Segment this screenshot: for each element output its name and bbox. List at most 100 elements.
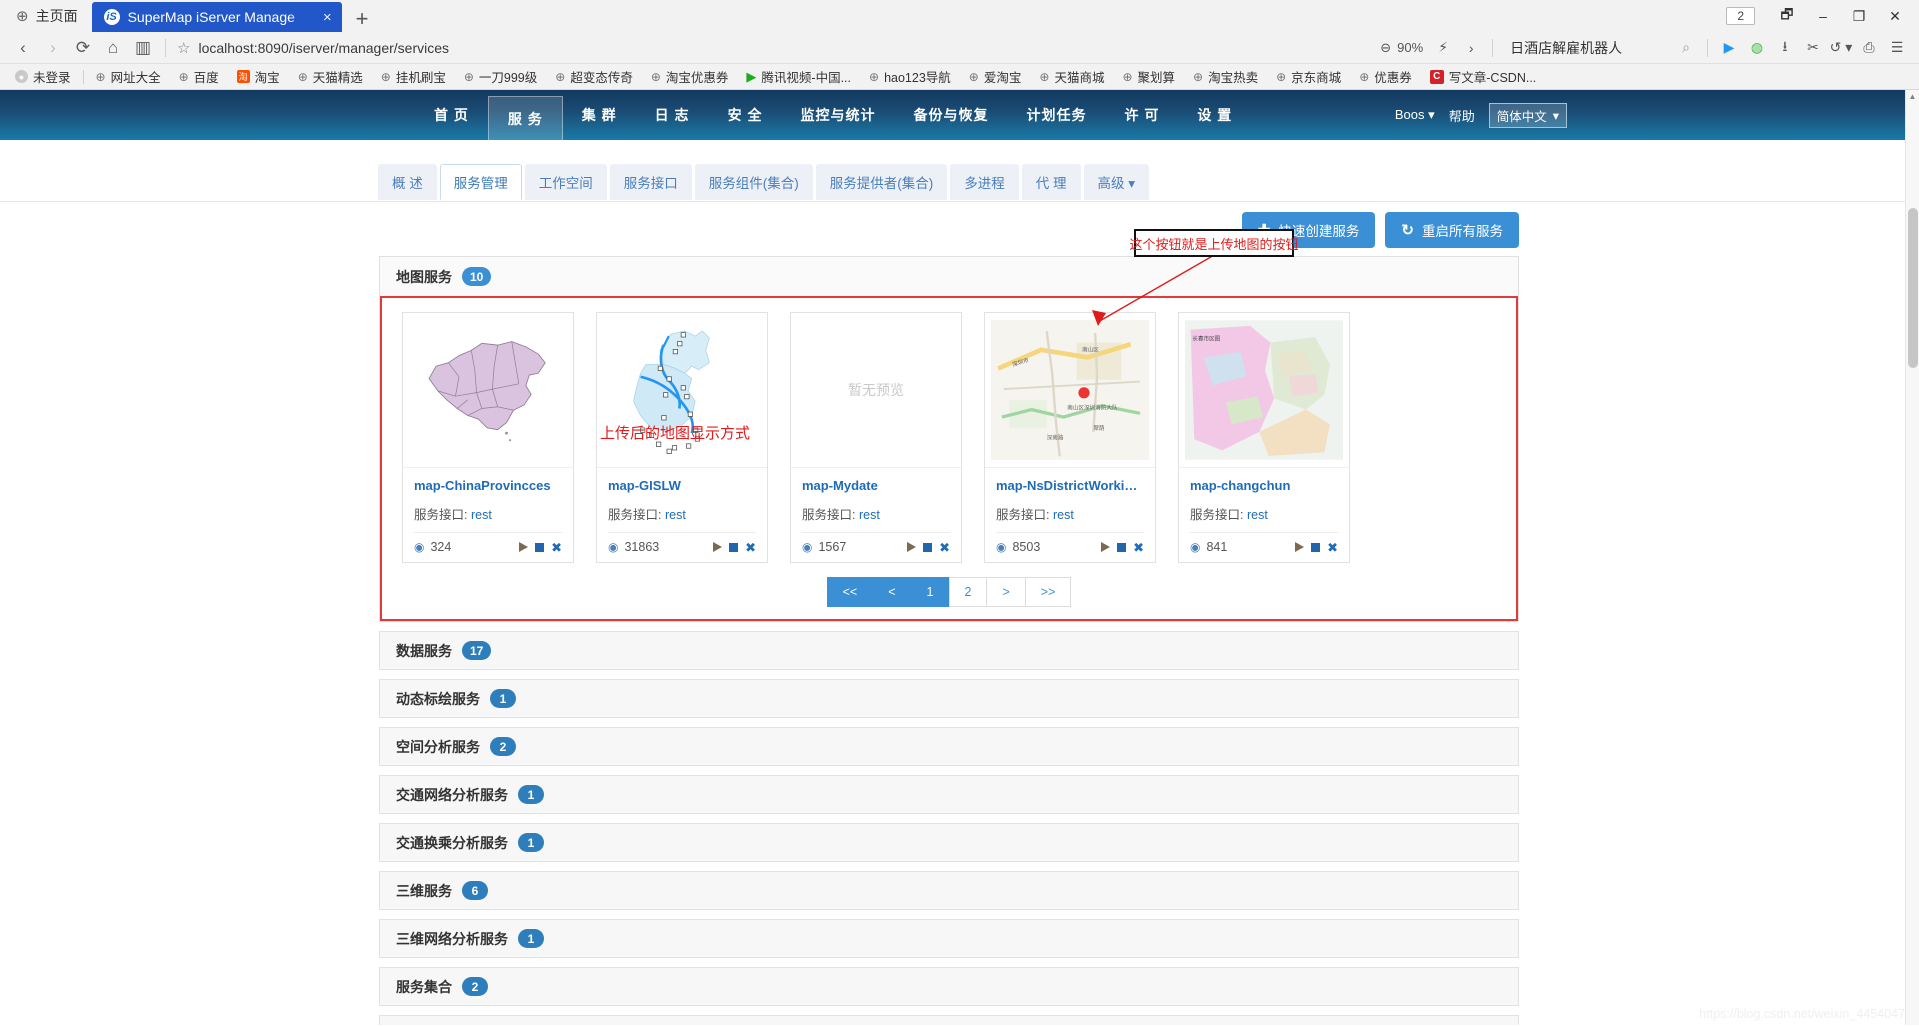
stop-icon[interactable]	[1117, 542, 1127, 552]
play-icon[interactable]	[1101, 542, 1111, 552]
service-accordion-item[interactable]: 数据服务 17	[379, 631, 1519, 670]
nav-item-7[interactable]: 计划任务	[1007, 90, 1105, 140]
zoom-out-icon[interactable]: ⊖	[1380, 40, 1391, 56]
bookmark-item[interactable]: ⊕ 天猫商城	[1030, 67, 1113, 86]
pagination-button[interactable]: 2	[948, 577, 987, 607]
bookmark-item[interactable]: ⊕ 天猫精选	[289, 67, 372, 86]
bookmark-star-icon[interactable]: ☆	[173, 39, 198, 57]
stop-icon[interactable]	[1311, 542, 1321, 552]
bookmark-item[interactable]: ▶ 腾讯视频-中国...	[737, 67, 860, 86]
service-accordion-item[interactable]: 其他服务1	[379, 1015, 1519, 1025]
window-count-badge[interactable]: 2	[1726, 7, 1755, 25]
nav-item-5[interactable]: 监控与统计	[781, 90, 894, 140]
search-input[interactable]: 日酒店解雇机器人 ⌕	[1500, 38, 1700, 58]
lightning-icon[interactable]: ⚡	[1429, 39, 1457, 56]
search-icon[interactable]: ⌕	[1682, 39, 1690, 56]
service-accordion-item[interactable]: 服务集合 2	[379, 967, 1519, 1006]
sub-tab-2[interactable]: 工作空间	[524, 164, 607, 200]
chevron-right-icon[interactable]: ›	[1457, 40, 1485, 56]
service-interface-value[interactable]: rest	[1053, 508, 1074, 522]
new-tab-button[interactable]: +	[342, 8, 383, 32]
bookmark-item[interactable]: ⊕ 超变态传奇	[546, 67, 642, 86]
maximize-button[interactable]: ❐	[1841, 8, 1877, 25]
bookmark-item[interactable]: ⊕ 爱淘宝	[960, 67, 1031, 86]
service-card[interactable]: map-ChinaProvincces 服务接口: rest ◉ 324 ✖	[402, 312, 574, 563]
service-name-link[interactable]: map-Mydate	[802, 478, 950, 493]
service-interface-value[interactable]: rest	[471, 508, 492, 522]
nav-item-1[interactable]: 服 务	[487, 96, 563, 140]
delete-icon[interactable]: ✖	[745, 541, 756, 554]
delete-icon[interactable]: ✖	[1133, 541, 1144, 554]
service-name-link[interactable]: map-ChinaProvincces	[414, 478, 562, 493]
wechat-icon[interactable]: ◍	[1743, 39, 1771, 56]
nav-item-2[interactable]: 集 群	[563, 90, 636, 140]
minimize-button[interactable]: –	[1805, 8, 1841, 24]
vertical-scrollbar[interactable]: ▲	[1905, 90, 1919, 1025]
play-icon[interactable]	[1295, 542, 1305, 552]
reload-icon[interactable]: ⟳	[68, 38, 98, 58]
scroll-up-icon[interactable]: ▲	[1906, 90, 1919, 104]
bookmark-item[interactable]: ⊕ 挂机刷宝	[372, 67, 455, 86]
sub-tab-1[interactable]: 服务管理	[439, 164, 522, 200]
service-accordion-item[interactable]: 三维网络分析服务 1	[379, 919, 1519, 958]
stop-icon[interactable]	[535, 542, 545, 552]
nav-item-9[interactable]: 设 置	[1178, 90, 1251, 140]
bookmark-item[interactable]: ⊕ 淘宝优惠券	[642, 67, 738, 86]
bookmark-item[interactable]: ● 未登录	[6, 67, 80, 86]
service-accordion-item[interactable]: 交通换乘分析服务 1	[379, 823, 1519, 862]
service-card[interactable]: 深圳市 南山区 南山区深圳消防大队 翠荫 深南路 map-NsDistrictWorkin…	[984, 312, 1156, 563]
map-service-header[interactable]: 地图服务 10	[380, 257, 1518, 296]
service-name-link[interactable]: map-NsDistrictWorkingSp...	[996, 478, 1144, 493]
delete-icon[interactable]: ✖	[551, 541, 562, 554]
service-accordion-item[interactable]: 空间分析服务 2	[379, 727, 1519, 766]
service-card[interactable]: 长春市区图 map-changchun 服务接口: rest ◉ 841 ✖	[1178, 312, 1350, 563]
service-name-link[interactable]: map-changchun	[1190, 478, 1338, 493]
forward-icon[interactable]: ›	[38, 38, 68, 58]
sub-tab-0[interactable]: 概 述	[378, 164, 437, 200]
nav-item-6[interactable]: 备份与恢复	[894, 90, 1007, 140]
service-interface-value[interactable]: rest	[1247, 508, 1268, 522]
delete-icon[interactable]: ✖	[1327, 541, 1338, 554]
help-link[interactable]: 帮助	[1449, 106, 1475, 125]
download-icon[interactable]: ⭳	[1771, 36, 1799, 60]
browser-tab-active[interactable]: iS SuperMap iServer Manage ×	[91, 2, 342, 32]
restart-all-services-button[interactable]: ↻ 重启所有服务	[1385, 212, 1519, 248]
bookmark-item[interactable]: ⊕ 一刀999级	[455, 67, 546, 86]
sub-tab-6[interactable]: 多进程	[950, 164, 1019, 200]
home-icon[interactable]: ⌂	[98, 38, 128, 58]
shirt-icon[interactable]: 🗗	[1769, 4, 1805, 28]
nav-item-3[interactable]: 日 志	[636, 90, 709, 140]
delete-icon[interactable]: ✖	[939, 541, 950, 554]
scissors-icon[interactable]: ✂	[1799, 39, 1827, 56]
nav-item-4[interactable]: 安 全	[709, 90, 782, 140]
bookmark-item[interactable]: ⊕ 京东商城	[1267, 67, 1350, 86]
sub-tab-7[interactable]: 代 理	[1021, 164, 1081, 200]
undo-icon[interactable]: ↺ ▾	[1827, 39, 1855, 56]
service-accordion-item[interactable]: 三维服务 6	[379, 871, 1519, 910]
play-video-icon[interactable]: ▶	[1715, 39, 1743, 56]
sub-tab-8[interactable]: 高级 ▾	[1083, 164, 1150, 200]
back-icon[interactable]: ‹	[8, 38, 38, 58]
play-icon[interactable]	[519, 542, 529, 552]
bookmark-item[interactable]: ⊕ 百度	[170, 67, 228, 86]
pagination-button[interactable]: 1	[910, 577, 949, 607]
scrollbar-thumb[interactable]	[1908, 208, 1918, 368]
play-icon[interactable]	[907, 542, 917, 552]
bookmark-item[interactable]: C 写文章-CSDN...	[1421, 67, 1546, 86]
pagination-button[interactable]: >>	[1024, 577, 1072, 607]
language-select[interactable]: 简体中文 ▾	[1488, 102, 1567, 128]
nav-item-0[interactable]: 首 页	[415, 90, 488, 140]
shopping-bag-icon[interactable]: ⎙	[1855, 39, 1883, 56]
service-accordion-item[interactable]: 交通网络分析服务 1	[379, 775, 1519, 814]
menu-icon[interactable]: ☰	[1883, 39, 1911, 56]
zoom-control[interactable]: ⊖ 90%	[1380, 40, 1423, 56]
sub-tab-4[interactable]: 服务组件(集合)	[694, 164, 813, 200]
stop-icon[interactable]	[729, 542, 739, 552]
close-icon[interactable]: ×	[323, 9, 332, 26]
pagination-button[interactable]: <<	[826, 577, 873, 607]
pagination-button[interactable]: <	[872, 577, 911, 607]
reader-mode-icon[interactable]: ▥	[128, 38, 158, 58]
bookmark-item[interactable]: ⊕ 网址大全	[87, 67, 170, 86]
url-text[interactable]: localhost:8090/iserver/manager/services	[198, 40, 449, 56]
sub-tab-3[interactable]: 服务接口	[609, 164, 692, 200]
